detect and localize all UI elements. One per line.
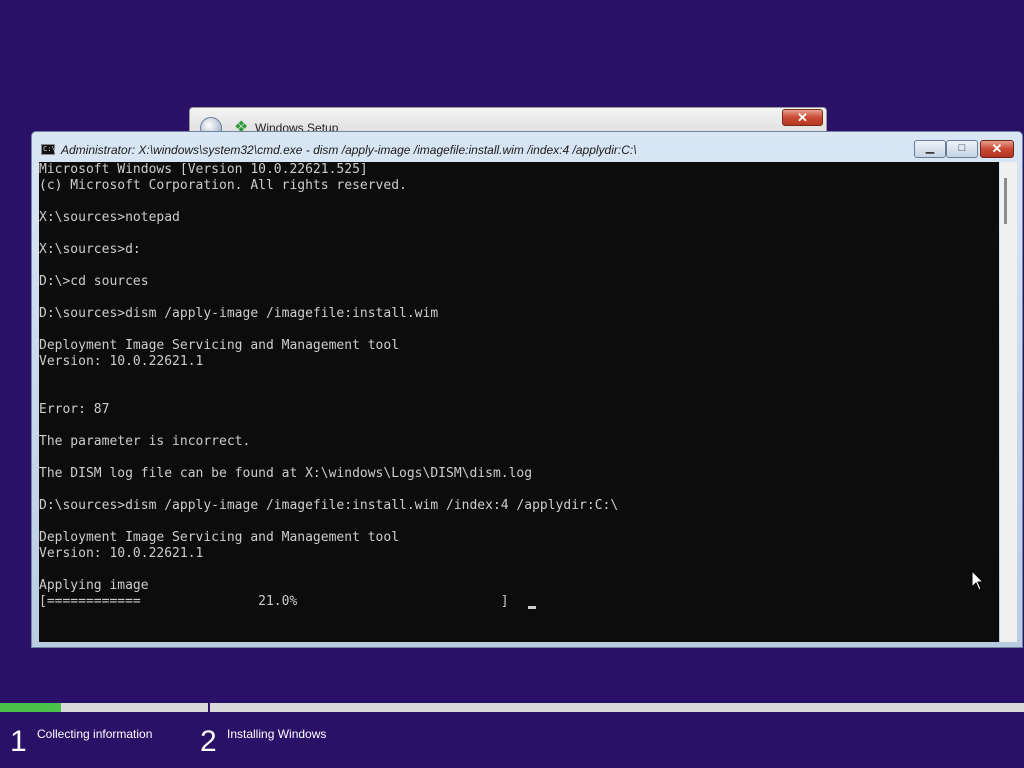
step-number: 1 [10, 725, 27, 758]
close-button[interactable]: ✕ [980, 140, 1014, 158]
step-number: 2 [200, 725, 217, 758]
cmd-icon: C:\ [41, 144, 56, 155]
step-label: Installing Windows [227, 727, 327, 741]
console-output-area[interactable]: Microsoft Windows [Version 10.0.22621.52… [39, 162, 999, 642]
minimize-button[interactable]: ▁ [914, 140, 946, 158]
mouse-pointer-icon [971, 570, 985, 591]
cmd-titlebar[interactable]: C:\ Administrator: X:\windows\system32\c… [32, 132, 1022, 161]
step-label: Collecting information [37, 727, 153, 741]
progress-step-divider [208, 701, 210, 714]
cmd-window-title: Administrator: X:\windows\system32\cmd.e… [61, 143, 637, 157]
vertical-scrollbar[interactable] [1000, 162, 1017, 642]
console-text: Microsoft Windows [Version 10.0.22621.52… [39, 162, 619, 609]
setup-progress-bar [0, 703, 1024, 712]
setup-progress-fill [0, 703, 62, 712]
setup-close-button[interactable]: ✕ [782, 109, 823, 126]
scrollbar-thumb[interactable] [1004, 178, 1007, 224]
maximize-button[interactable]: □ [946, 140, 978, 158]
text-cursor [528, 606, 536, 609]
cmd-window: C:\ Administrator: X:\windows\system32\c… [31, 131, 1023, 648]
